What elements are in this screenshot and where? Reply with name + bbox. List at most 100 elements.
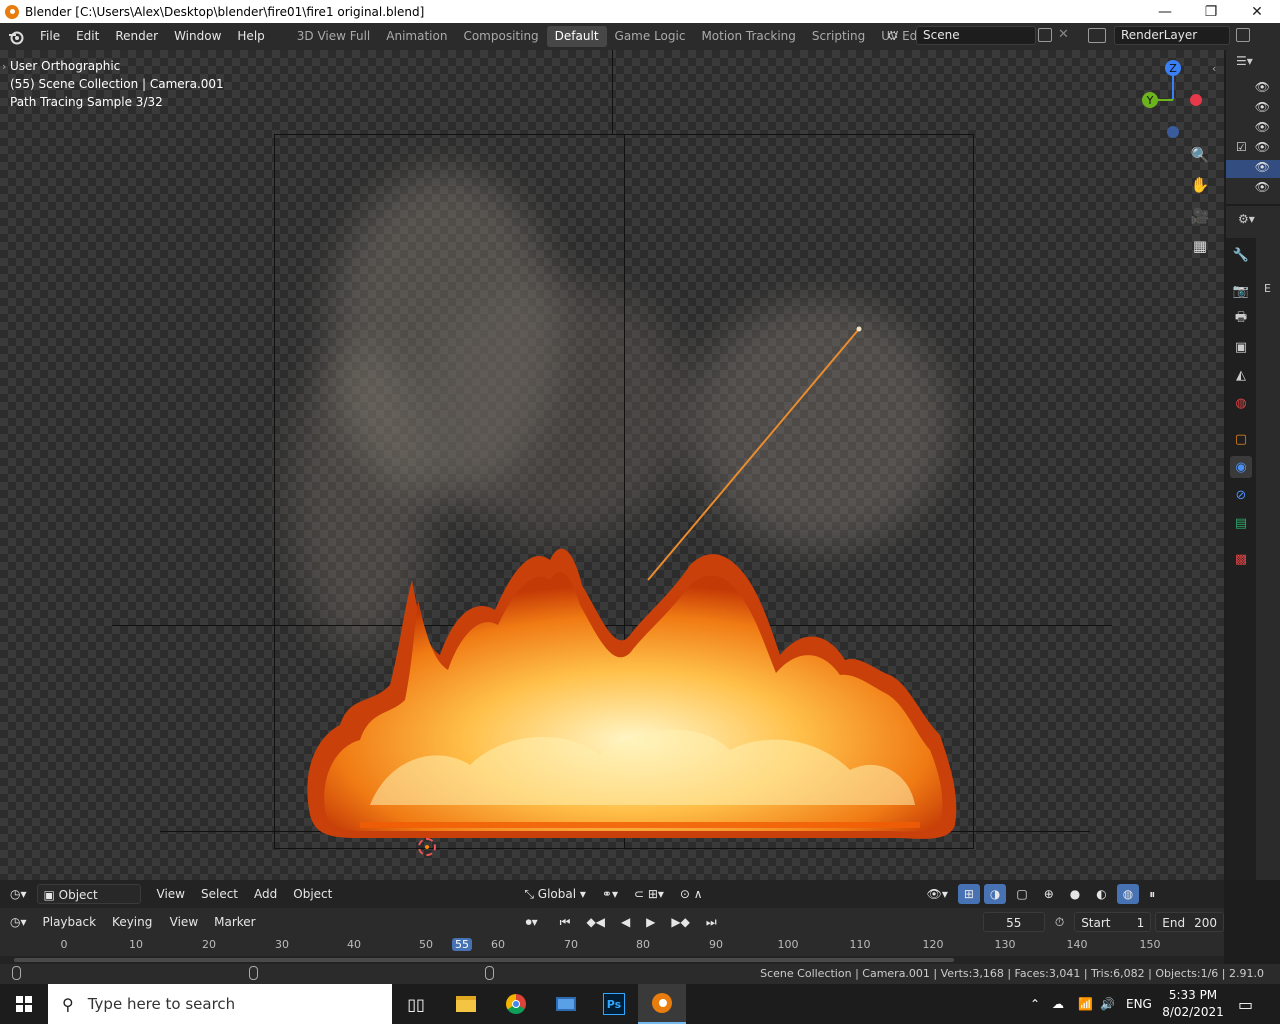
jump-end-icon[interactable]: ⏭ [700, 912, 723, 932]
menu-edit[interactable]: Edit [68, 23, 107, 50]
world-tab-icon[interactable]: ◍ [1230, 392, 1252, 414]
outliner-row[interactable]: 👁 [1226, 120, 1280, 138]
scene-remove-icon[interactable]: ✕ [1058, 27, 1069, 42]
visibility-eye-icon[interactable]: 👁 [1255, 140, 1270, 154]
network-icon[interactable]: 📶 [1078, 984, 1093, 1024]
timeline-scrollbar[interactable] [0, 956, 1224, 964]
view-layer-selector[interactable]: RenderLayer [1114, 26, 1230, 45]
timeline-editor-type-icon[interactable]: ◷▾ [4, 912, 33, 932]
scene-copy-icon[interactable] [1038, 28, 1052, 42]
remote-desktop-icon[interactable] [542, 984, 590, 1024]
tab-game-logic[interactable]: Game Logic [607, 26, 694, 47]
menu-view[interactable]: View [151, 884, 191, 904]
3d-viewport[interactable]: User Orthographic (55) Scene Collection … [0, 50, 1224, 880]
texture-tab-icon[interactable]: ▩ [1230, 548, 1252, 570]
windows-start-icon[interactable] [0, 984, 48, 1024]
outliner-row[interactable]: 👁 [1226, 80, 1280, 98]
snap-icon[interactable]: ⊂ ⊞▾ [628, 884, 670, 904]
end-frame-field[interactable]: End 200 [1155, 912, 1225, 932]
task-view-icon[interactable]: ▯▯ [392, 984, 440, 1024]
tab-animation[interactable]: Animation [378, 26, 455, 47]
tool-tab-icon[interactable]: 🔧 [1230, 244, 1252, 266]
visibility-icon[interactable]: 👁▾ [921, 884, 954, 904]
navigation-gizmo[interactable]: Z Y [1130, 55, 1220, 145]
tab-motion-tracking[interactable]: Motion Tracking [693, 26, 803, 47]
onedrive-icon[interactable]: ☁ [1052, 984, 1064, 1024]
pan-hand-icon[interactable]: ✋ [1189, 174, 1211, 196]
view-layer-copy-icon[interactable] [1236, 28, 1250, 42]
timeline-ruler[interactable]: 0 10 20 30 40 50 55 60 70 80 90 100 110 … [0, 936, 1224, 956]
scrollbar-thumb[interactable] [14, 958, 954, 962]
checkbox-icon[interactable]: ☑ [1236, 140, 1247, 154]
view-layer-browse-icon[interactable] [1088, 28, 1106, 43]
preview-range-icon[interactable]: ⏱ [1049, 912, 1070, 932]
zoom-icon[interactable]: 🔍 [1189, 144, 1211, 166]
tab-compositing[interactable]: Compositing [455, 26, 546, 47]
menu-window[interactable]: Window [166, 23, 229, 50]
file-explorer-icon[interactable] [442, 984, 490, 1024]
transform-orientation-dropdown[interactable]: ⤡ Global ▾ [518, 884, 592, 904]
menu-object[interactable]: Object [287, 884, 338, 904]
blender-taskbar-icon[interactable] [638, 984, 686, 1024]
object-mode-dropdown[interactable]: ▣ Object Mode ▾ [36, 884, 141, 922]
scene-browse-icon[interactable]: ⛭ [888, 28, 914, 45]
play-reverse-icon[interactable]: ◀ [615, 912, 636, 932]
chrome-icon[interactable] [492, 984, 540, 1024]
shading-solid-icon[interactable]: ● [1064, 884, 1086, 904]
pause-render-icon[interactable]: ⏸ [1143, 884, 1161, 904]
current-frame-marker[interactable]: 55 [452, 938, 472, 951]
tab-3d-view-full[interactable]: 3D View Full [289, 26, 379, 47]
shading-material-icon[interactable]: ◐ [1090, 884, 1112, 904]
output-tab-icon[interactable]: 🖶 [1230, 308, 1252, 330]
record-icon[interactable]: ⏺▾ [520, 912, 544, 932]
volume-icon[interactable]: 🔊 [1100, 984, 1115, 1024]
outliner-row[interactable]: 👁 [1226, 100, 1280, 118]
outliner-display-mode-icon[interactable]: ☰▾ [1236, 54, 1260, 70]
input-language[interactable]: ENG [1126, 984, 1152, 1024]
xray-icon[interactable]: ▢ [1010, 884, 1033, 904]
menu-add[interactable]: Add [248, 884, 283, 904]
menu-keying[interactable]: Keying ▾ [106, 912, 160, 949]
menu-file[interactable]: File [32, 23, 68, 50]
overlays-icon[interactable]: ◑ [983, 884, 1007, 904]
notification-center-icon[interactable]: ▭ [1238, 984, 1253, 1024]
editor-type-icon[interactable]: ◷▾ [4, 884, 33, 904]
scene-selector[interactable]: Scene [916, 26, 1036, 45]
object-data-tab-icon[interactable]: ▤ [1230, 512, 1252, 534]
camera-view-icon[interactable]: 🎥 [1189, 205, 1211, 227]
clock[interactable]: 5:33 PM 8/02/2021 [1162, 987, 1224, 1021]
sidebar-toggle-icon[interactable]: ‹ [1212, 62, 1216, 75]
toolbar-toggle-icon[interactable]: › [2, 60, 6, 73]
outliner-row[interactable]: ☑ 👁 [1226, 140, 1280, 158]
start-frame-field[interactable]: Start 1 [1074, 912, 1152, 932]
menu-timeline-view[interactable]: View [164, 912, 204, 932]
current-frame-field[interactable]: 55 [982, 912, 1045, 932]
outliner-row[interactable]: 👁 [1226, 180, 1280, 198]
shading-rendered-icon[interactable]: ◍ [1116, 884, 1140, 904]
minimize-button[interactable]: — [1142, 0, 1188, 23]
gizmo-toggle-icon[interactable]: ⊞ [957, 884, 980, 904]
menu-help[interactable]: Help [229, 23, 272, 50]
properties-editor-type-icon[interactable]: ⚙▾ [1238, 212, 1264, 230]
next-keyframe-icon[interactable]: ▶◆ [665, 912, 695, 932]
object-tab-icon[interactable]: ▢ [1230, 428, 1252, 450]
render-tab-icon[interactable]: 📷 [1230, 280, 1252, 302]
menu-render[interactable]: Render [107, 23, 166, 50]
scene-tab-icon[interactable]: ◭ [1230, 364, 1252, 386]
photoshop-icon[interactable]: Ps [590, 984, 638, 1024]
prev-keyframe-icon[interactable]: ◆◀ [580, 912, 610, 932]
tab-scripting[interactable]: Scripting [804, 26, 873, 47]
constraints-tab-icon[interactable]: ⊘ [1230, 484, 1252, 506]
outliner-row-selected[interactable]: 👁 [1226, 160, 1280, 178]
blender-menu-icon[interactable] [0, 23, 32, 50]
physics-tab-icon[interactable]: ◉ [1230, 456, 1252, 478]
close-button[interactable]: ✕ [1234, 0, 1280, 23]
view-layer-tab-icon[interactable]: ▣ [1230, 336, 1252, 358]
pivot-point-icon[interactable]: ⚭▾ [596, 884, 624, 904]
tab-default[interactable]: Default [546, 26, 607, 47]
taskbar-search-input[interactable]: ⚲ Type here to search [48, 984, 392, 1024]
proportional-editing-icon[interactable]: ⊙ ∧ [674, 884, 709, 904]
menu-select[interactable]: Select [195, 884, 244, 904]
menu-marker[interactable]: Marker [208, 912, 261, 932]
jump-start-icon[interactable]: ⏮ [554, 912, 577, 932]
